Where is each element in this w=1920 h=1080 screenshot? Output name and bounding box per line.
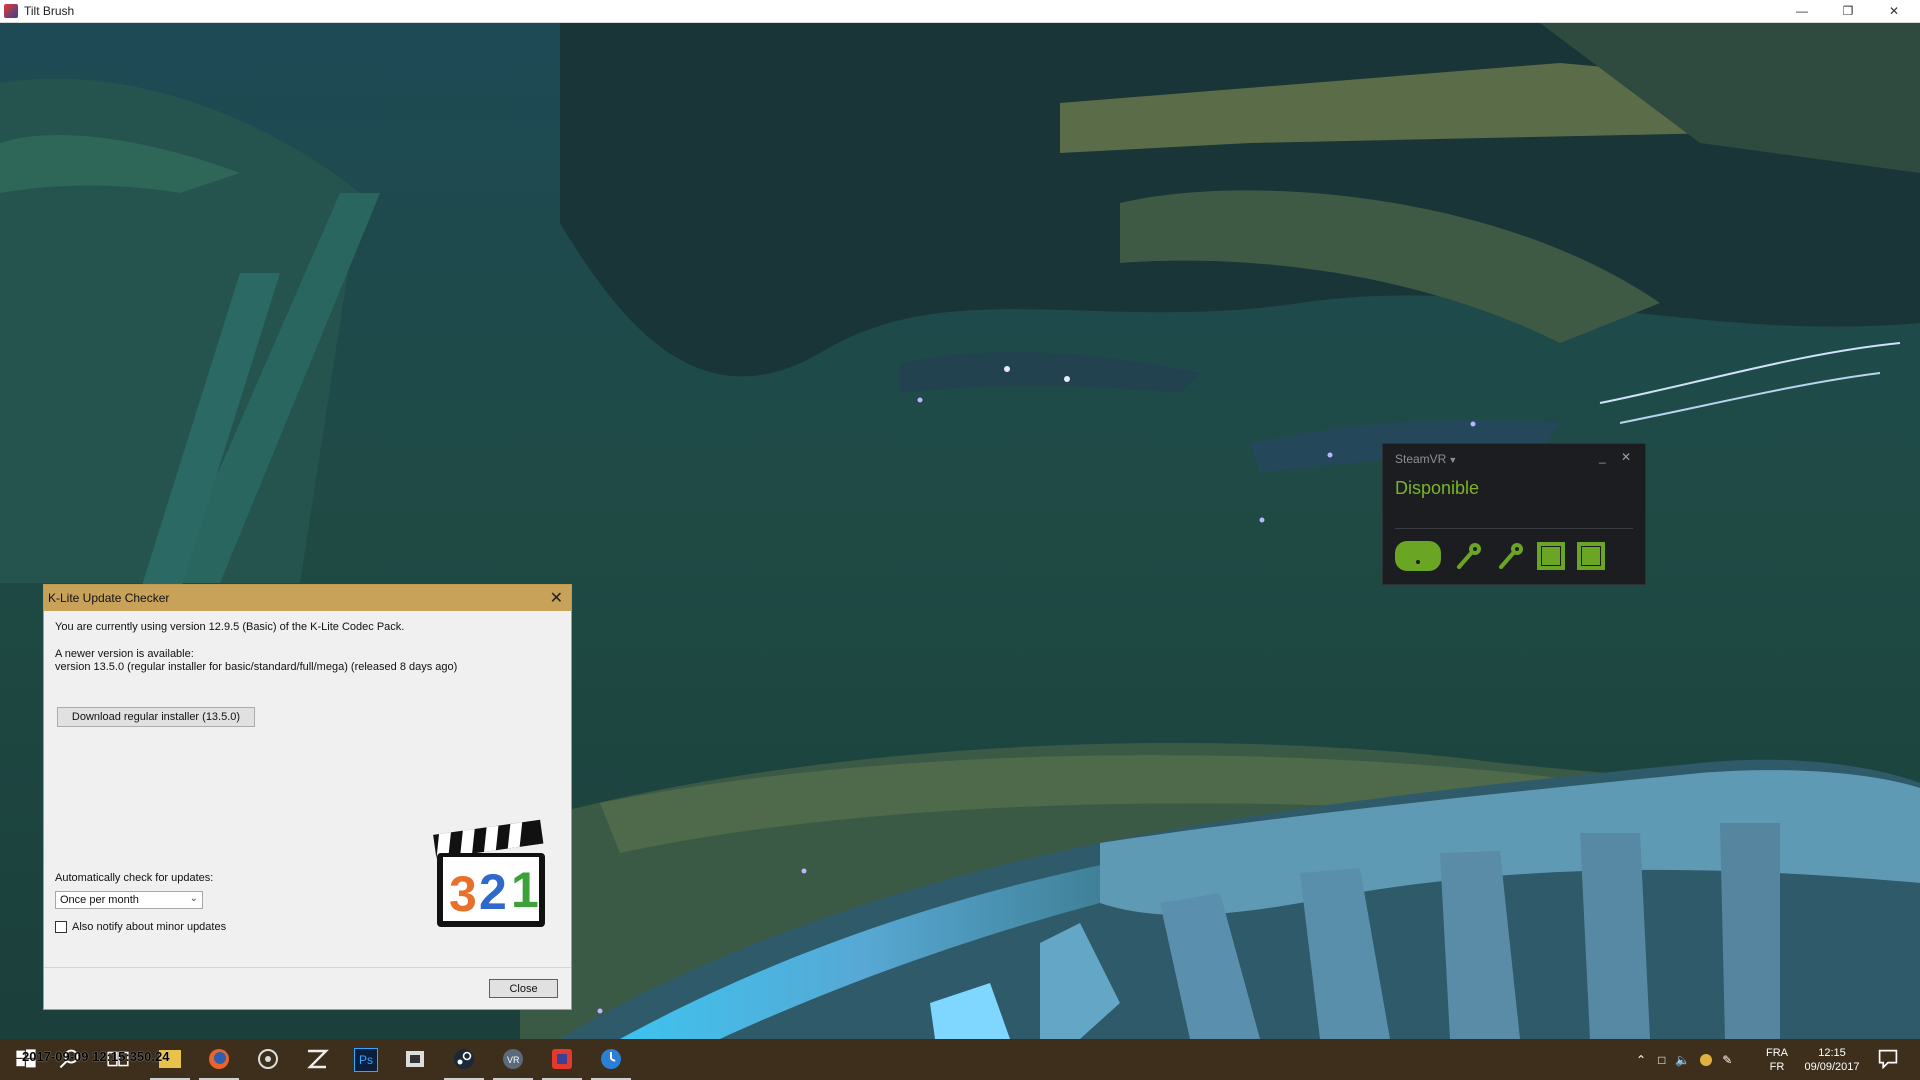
steamvr-minimize-button[interactable]: _ xyxy=(1599,450,1606,464)
notification-center-icon[interactable] xyxy=(1876,1047,1900,1071)
dialog-title-bar: K-Lite Update Checker ✕ xyxy=(44,585,571,611)
controller-right-icon[interactable] xyxy=(1495,541,1525,571)
clock-time: 12:15 xyxy=(1818,1046,1846,1059)
dialog-title: K-Lite Update Checker xyxy=(48,591,170,605)
steamvr-status-window: SteamVR ▼ _ ✕ Disponible xyxy=(1382,443,1646,585)
restore-icon[interactable]: ❐ xyxy=(1826,0,1870,22)
dialog-footer-divider xyxy=(44,967,571,968)
steamvr-device-list xyxy=(1395,541,1605,571)
current-version-text: You are currently using version 12.9.5 (… xyxy=(55,621,405,633)
steam-icon[interactable] xyxy=(452,1047,476,1071)
clock-date: 09/09/2017 xyxy=(1804,1060,1860,1073)
media-player-icon[interactable] xyxy=(256,1047,280,1071)
close-icon[interactable]: ✕ xyxy=(1872,0,1916,22)
weather-icon[interactable] xyxy=(1700,1053,1713,1066)
dropdown-caret-icon: ▼ xyxy=(1448,455,1458,465)
steamvr-status-text: Disponible xyxy=(1395,478,1480,498)
recording-timestamp-overlay: 2017-09-09 12:15:350.24 xyxy=(22,1049,170,1064)
windows-taskbar: Ps VR ⌃ □ 🔈 ✎ FRA FR 12:15 09/09/2017 xyxy=(0,1039,1920,1080)
media-player-classic-logo: 3 2 1 xyxy=(433,819,545,927)
steamvr-menu[interactable]: SteamVR ▼ xyxy=(1395,452,1457,466)
firefox-icon[interactable] xyxy=(207,1047,231,1071)
language-code: FRA xyxy=(1766,1046,1788,1059)
minimize-icon[interactable]: — xyxy=(1780,0,1824,22)
language-region: FR xyxy=(1769,1060,1785,1073)
show-hidden-icons-chevron-icon[interactable]: ⌃ xyxy=(1636,1053,1646,1067)
close-button[interactable]: Close xyxy=(489,979,558,998)
input-language-indicator[interactable]: FRA FR xyxy=(1766,1039,1788,1080)
download-installer-button[interactable]: Download regular installer (13.5.0) xyxy=(57,707,255,727)
update-frequency-select[interactable]: Once per month ⌄ xyxy=(55,891,203,909)
system-tray: ⌃ □ 🔈 ✎ xyxy=(1636,1039,1746,1080)
clock-app-icon[interactable] xyxy=(599,1047,623,1071)
pen-icon[interactable]: ✎ xyxy=(1722,1053,1732,1067)
clock[interactable]: 12:15 09/09/2017 xyxy=(1802,1039,1862,1080)
chevron-down-icon: ⌄ xyxy=(189,893,198,904)
auto-check-label: Automatically check for updates: xyxy=(55,872,214,884)
logo-digit-2: 2 xyxy=(479,864,507,920)
minor-updates-checkbox[interactable] xyxy=(55,921,67,933)
steamvr-close-button[interactable]: ✕ xyxy=(1621,450,1631,464)
svg-text:VR: VR xyxy=(507,1055,520,1065)
vr-icon[interactable]: VR xyxy=(501,1047,525,1071)
film-icon[interactable] xyxy=(403,1047,427,1071)
logo-digit-1: 1 xyxy=(511,862,539,918)
tiltbrush-app-icon xyxy=(4,4,18,18)
klite-update-dialog: K-Lite Update Checker ✕ You are currentl… xyxy=(43,584,572,1010)
dialog-close-icon[interactable]: ✕ xyxy=(550,588,563,608)
newer-version-heading: A newer version is available: xyxy=(55,648,194,660)
minor-updates-label: Also notify about minor updates xyxy=(72,921,227,933)
photoshop-icon[interactable]: Ps xyxy=(354,1048,378,1072)
volume-icon[interactable]: 🔈 xyxy=(1675,1053,1690,1067)
network-icon[interactable]: □ xyxy=(1658,1053,1665,1067)
newer-version-details: version 13.5.0 (regular installer for ba… xyxy=(55,661,458,673)
controller-left-icon[interactable] xyxy=(1453,541,1483,571)
app-title-bar: Tilt Brush — ❐ ✕ xyxy=(0,0,1920,23)
steamvr-divider xyxy=(1395,528,1633,529)
update-frequency-value: Once per month xyxy=(60,894,139,906)
headset-icon[interactable] xyxy=(1395,541,1441,571)
base-station-1-icon[interactable] xyxy=(1537,542,1565,570)
base-station-2-icon[interactable] xyxy=(1577,542,1605,570)
app-title: Tilt Brush xyxy=(24,4,75,18)
tiltbrush-icon[interactable] xyxy=(550,1047,574,1071)
logo-digit-3: 3 xyxy=(449,866,477,922)
zbrush-icon[interactable] xyxy=(305,1047,329,1071)
